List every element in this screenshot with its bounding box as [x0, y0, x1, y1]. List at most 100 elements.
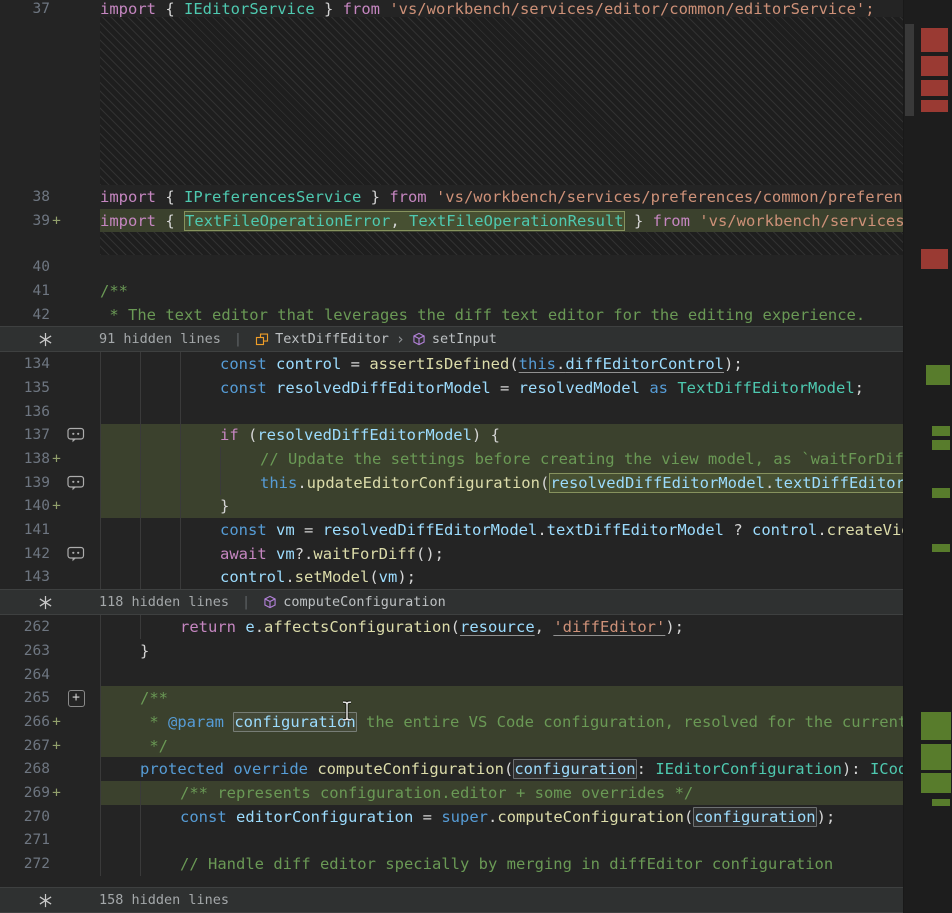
code-line-142[interactable]: 142await vm?.waitForDiff(); — [0, 542, 903, 566]
code-line-134[interactable]: 134const control = assertIsDefined(this.… — [0, 352, 903, 376]
code-content: this.updateEditorConfiguration(resolvedD… — [100, 471, 903, 495]
code-line-39[interactable]: 39+import { TextFileOperationError, Text… — [0, 209, 903, 233]
diff-add-marker: + — [50, 714, 63, 730]
line-number: 38 — [0, 189, 50, 205]
unfold-icon[interactable] — [38, 332, 53, 347]
hidden-lines-bar[interactable]: 91 hidden lines|TextDiffEditor›setInput — [0, 326, 903, 352]
code-line-262[interactable]: 262return e.affectsConfiguration(resourc… — [0, 615, 903, 639]
gutter-icon-slot — [65, 808, 87, 825]
code-line-136[interactable]: 136 — [0, 400, 903, 424]
hidden-lines-bar[interactable]: 158 hidden lines — [0, 887, 903, 913]
code-line-271[interactable]: 271 — [0, 829, 903, 853]
token: computeConfiguration — [497, 808, 684, 826]
gutter-icon-slot — [65, 619, 87, 636]
token: resolvedDiffEditorModel — [276, 379, 491, 397]
token: vm — [379, 568, 398, 586]
code-content: /** — [100, 686, 903, 710]
line-number: 265 — [0, 690, 50, 706]
added-overview-mark — [932, 488, 950, 498]
code-line-143[interactable]: 143 control.setModel(vm); — [0, 566, 903, 590]
indent-guides — [100, 663, 140, 687]
code-content — [100, 663, 903, 687]
code-line-135[interactable]: 135const resolvedDiffEditorModel = resol… — [0, 376, 903, 400]
code-line-40[interactable]: 40 — [0, 255, 903, 279]
scrollbar-overview-ruler[interactable] — [903, 0, 952, 913]
line-number: 39 — [0, 213, 50, 229]
gutter-icon-slot — [65, 856, 87, 873]
indent-guides — [100, 805, 180, 829]
line-number: 37 — [0, 1, 50, 17]
token: from — [653, 212, 690, 230]
code-line-268[interactable]: 268protected override computeConfigurati… — [0, 757, 903, 781]
gutter: 139 — [0, 471, 100, 495]
token: the entire VS Code configuration, resolv… — [357, 713, 903, 731]
diff-add-marker: + — [50, 451, 63, 467]
gutter: 266+ — [0, 710, 100, 734]
add-comment-icon[interactable]: + — [65, 690, 87, 707]
token — [267, 379, 276, 397]
comment-thread-icon[interactable] — [65, 545, 87, 562]
line-number: 272 — [0, 856, 50, 872]
gutter: 40 — [0, 255, 100, 279]
code-line-38[interactable]: 38 import { IPreferencesService } from 'v… — [0, 185, 903, 209]
scrollbar-slider[interactable] — [905, 24, 914, 116]
token: { — [156, 0, 184, 17]
code-line-270[interactable]: 270const editorConfiguration = super.com… — [0, 805, 903, 829]
code-content: */ — [100, 734, 903, 758]
token: return — [180, 618, 236, 636]
code-line-139[interactable]: 139this.updateEditorConfiguration(resolv… — [0, 471, 903, 495]
token: setModel — [295, 568, 370, 586]
gutter-icon-slot — [65, 832, 87, 849]
diff-add-marker: + — [50, 785, 63, 801]
token: const — [180, 808, 227, 826]
code-line-265[interactable]: 265 + /** — [0, 686, 903, 710]
code-line-269[interactable]: 269+/** represents configuration.editor … — [0, 781, 903, 805]
code-line-42[interactable]: 42 * The text editor that leverages the … — [0, 303, 903, 327]
unfold-icon[interactable] — [38, 595, 53, 610]
hatch-pattern — [100, 232, 903, 255]
indent-guides — [100, 781, 180, 805]
code-line-37[interactable]: 37import { IEditorService } from 'vs/wor… — [0, 0, 903, 17]
gutter: 137 — [0, 424, 100, 448]
code-content: control.setModel(vm); — [100, 566, 903, 590]
line-number: 143 — [0, 569, 50, 585]
indent-guides — [100, 518, 220, 542]
token: 'vs/workbench/services/preferences/commo… — [427, 188, 903, 206]
code-line-140[interactable]: 140+} — [0, 495, 903, 519]
token: import — [100, 188, 156, 206]
token: ? — [724, 521, 752, 539]
token: affectsConfiguration — [264, 618, 451, 636]
deleted-overview-mark — [921, 100, 948, 112]
breadcrumb-item[interactable]: TextDiffEditor — [255, 331, 389, 347]
code-line-137[interactable]: 137if (resolvedDiffEditorModel) { — [0, 424, 903, 448]
token: resolvedDiffEditorModel — [257, 426, 472, 444]
code-line-266[interactable]: 266+ * @param configuration the entire V… — [0, 710, 903, 734]
token: * The text editor that leverages the dif… — [100, 306, 865, 324]
code-line-41[interactable]: 41/** — [0, 279, 903, 303]
code-line-264[interactable]: 264 — [0, 663, 903, 687]
code-line-267[interactable]: 267+ */ — [0, 734, 903, 758]
comment-thread-icon[interactable] — [65, 427, 87, 444]
code-content: // Update the settings before creating t… — [100, 447, 903, 471]
token: assertIsDefined — [369, 355, 509, 373]
token: textDiffEditorModel — [774, 474, 903, 492]
indent-guides — [100, 352, 220, 376]
code-line-272[interactable]: 272// Handle diff editor specially by me… — [0, 852, 903, 876]
gutter: 37 — [0, 0, 100, 17]
code-line-263[interactable]: 263} — [0, 639, 903, 663]
code-line-138[interactable]: 138+// Update the settings before creati… — [0, 447, 903, 471]
comment-thread-icon[interactable] — [65, 474, 87, 491]
gutter-icon-slot — [65, 522, 87, 539]
token: } — [140, 642, 149, 660]
unfold-icon[interactable] — [38, 893, 53, 908]
breadcrumb-item[interactable]: setInput — [412, 331, 497, 347]
code-content: import { TextFileOperationError, TextFil… — [100, 209, 903, 233]
token — [267, 355, 276, 373]
gutter-icon-slot — [65, 379, 87, 396]
gutter-icon-slot — [65, 188, 87, 205]
hidden-lines-bar[interactable]: 118 hidden lines|computeConfiguration — [0, 589, 903, 615]
gutter-icon-slot — [65, 403, 87, 420]
code-content: import { IPreferencesService } from 'vs/… — [100, 185, 903, 209]
breadcrumb-item[interactable]: computeConfiguration — [263, 594, 446, 610]
code-line-141[interactable]: 141const vm = resolvedDiffEditorModel.te… — [0, 518, 903, 542]
